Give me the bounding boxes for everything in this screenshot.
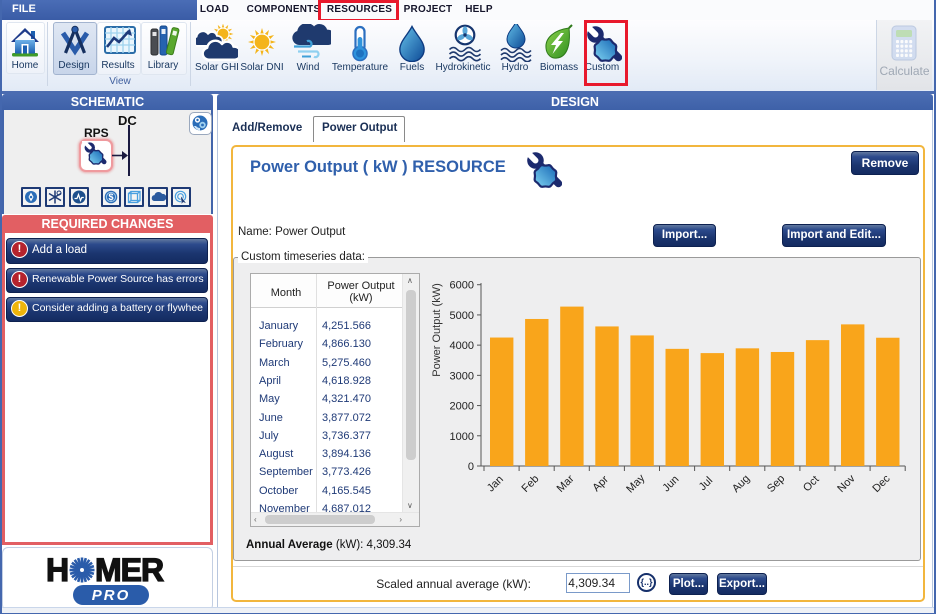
svg-text:1000: 1000 <box>450 431 474 443</box>
svg-text:6000: 6000 <box>450 280 474 292</box>
svg-text:Oct: Oct <box>801 474 822 495</box>
svg-text:Jan: Jan <box>485 473 506 494</box>
svg-text:5000: 5000 <box>450 310 474 322</box>
svg-text:Apr: Apr <box>590 473 611 494</box>
svg-text:Jul: Jul <box>697 475 715 493</box>
svg-text:PRO: PRO <box>92 587 131 604</box>
svg-text:Feb: Feb <box>520 473 542 495</box>
svg-text:Aug: Aug <box>730 473 752 495</box>
svg-text:4000: 4000 <box>450 340 474 352</box>
svg-text:H: H <box>46 552 68 588</box>
svg-text:Sep: Sep <box>765 473 787 495</box>
svg-text:0: 0 <box>468 461 474 473</box>
svg-text:Nov: Nov <box>835 472 858 495</box>
svg-text:MER: MER <box>95 552 164 588</box>
svg-text:2000: 2000 <box>450 401 474 413</box>
svg-text:3000: 3000 <box>450 370 474 382</box>
svg-text:May: May <box>624 472 648 496</box>
svg-text:Dec: Dec <box>870 472 893 495</box>
svg-text:Mar: Mar <box>555 473 577 495</box>
svg-text:Jun: Jun <box>660 473 681 494</box>
svg-text:$: $ <box>108 192 113 202</box>
svg-text:Power Output (kW): Power Output (kW) <box>431 283 443 377</box>
